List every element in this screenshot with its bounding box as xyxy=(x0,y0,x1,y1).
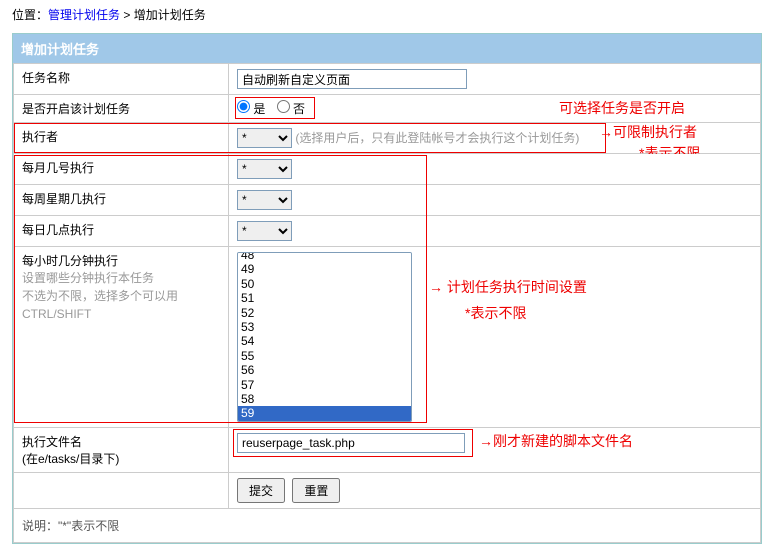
breadcrumb-sep: > xyxy=(120,8,134,22)
radio-no[interactable] xyxy=(277,100,290,113)
select-executor[interactable]: * xyxy=(237,128,292,148)
hint-minute-3: CTRL/SHIFT xyxy=(22,305,220,323)
label-daily: 每日几点执行 xyxy=(14,216,229,247)
row-enable: 是否开启该计划任务 是 否 可选择任务是否开启 xyxy=(14,95,761,123)
label-monthly: 每月几号执行 xyxy=(14,154,229,185)
label-executor: 执行者 xyxy=(22,130,58,144)
input-task-name[interactable] xyxy=(237,69,467,89)
row-executor: 执行者 * (选择用户后，只有此登陆帐号才会执行这个计划任务) →可限制执行者 … xyxy=(14,123,761,154)
label-minute: 每小时几分钟执行 xyxy=(22,252,220,269)
row-monthly: 每月几号执行 * xyxy=(14,154,761,185)
breadcrumb-prefix: 位置： xyxy=(12,8,48,22)
select-monthly[interactable]: * xyxy=(237,159,292,179)
row-daily: 每日几点执行 * xyxy=(14,216,761,247)
hint-minute-1: 设置哪些分钟执行本任务 xyxy=(22,269,220,287)
radio-yes[interactable] xyxy=(237,100,250,113)
annotation-file: →刚才新建的脚本文件名 xyxy=(479,431,633,451)
label-enable: 是否开启该计划任务 xyxy=(14,95,229,123)
sublabel-file: (在e/tasks/目录下) xyxy=(22,450,220,467)
radio-yes-label[interactable]: 是 xyxy=(237,102,265,116)
breadcrumb-link[interactable]: 管理计划任务 xyxy=(48,8,120,22)
row-footer-note: 说明："*"表示不限 xyxy=(14,509,761,543)
row-weekly: 每周星期几执行 * xyxy=(14,185,761,216)
label-weekly: 每周星期几执行 xyxy=(14,185,229,216)
panel-title: 增加计划任务 xyxy=(13,34,761,63)
label-file: 执行文件名 xyxy=(22,433,220,450)
radio-no-label[interactable]: 否 xyxy=(277,102,305,116)
hint-executor: (选择用户后，只有此登陆帐号才会执行这个计划任务) xyxy=(295,131,579,145)
select-daily[interactable]: * xyxy=(237,221,292,241)
submit-button[interactable]: 提交 xyxy=(237,478,285,503)
annotation-time: → 计划任务执行时间设置 xyxy=(429,277,587,297)
row-buttons: 提交 重置 xyxy=(14,473,761,509)
row-task-name: 任务名称 xyxy=(14,64,761,95)
annotation-executor: →可限制执行者 xyxy=(599,122,697,142)
annotation-time-b: *表示不限 xyxy=(465,303,526,323)
row-file: 执行文件名 (在e/tasks/目录下) →刚才新建的脚本文件名 xyxy=(14,428,761,473)
reset-button[interactable]: 重置 xyxy=(292,478,340,503)
input-file[interactable] xyxy=(237,433,465,453)
breadcrumb: 位置：管理计划任务 > 增加计划任务 xyxy=(0,0,774,29)
listbox-minute[interactable]: 484950515253545556575859 xyxy=(237,252,412,422)
row-minute: 每小时几分钟执行 设置哪些分钟执行本任务 不选为不限，选择多个可以用 CTRL/… xyxy=(14,247,761,428)
hint-minute-2: 不选为不限，选择多个可以用 xyxy=(22,287,220,305)
footer-note: 说明："*"表示不限 xyxy=(14,509,761,543)
breadcrumb-current: 增加计划任务 xyxy=(134,8,206,22)
annotation-enable: 可选择任务是否开启 xyxy=(559,98,685,118)
main-panel: 增加计划任务 任务名称 是否开启该计划任务 是 否 可选择任务是否开启 xyxy=(12,33,762,544)
label-task-name: 任务名称 xyxy=(14,64,229,95)
form-table: 任务名称 是否开启该计划任务 是 否 可选择任务是否开启 执行者 xyxy=(13,63,761,543)
select-weekly[interactable]: * xyxy=(237,190,292,210)
